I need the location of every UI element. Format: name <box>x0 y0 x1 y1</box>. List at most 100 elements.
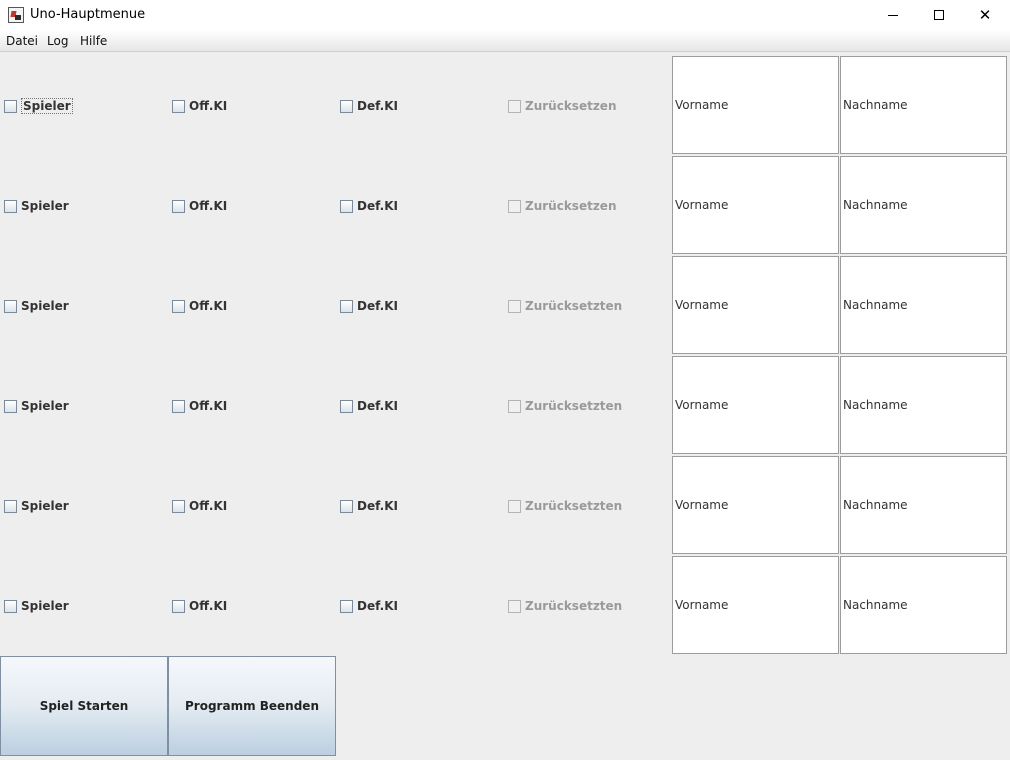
reset-checkbox: Zurücksetzten <box>508 597 622 615</box>
checkbox-box <box>508 199 521 213</box>
checkbox-box <box>508 499 521 513</box>
spieler-checkbox-label: Spieler <box>21 599 69 613</box>
player-row: Spieler Off.KI Def.KI Zurücksetzen Vorname Na… <box>0 153 1010 254</box>
reset-checkbox-label: Zurücksetzten <box>525 299 623 313</box>
spieler-checkbox[interactable]: Spieler <box>4 197 69 215</box>
reset-checkbox-label: Zurücksetzten <box>525 599 623 613</box>
offki-checkbox[interactable]: Off.KI <box>172 497 227 515</box>
offki-checkbox-label: Off.KI <box>189 399 228 413</box>
defki-checkbox[interactable]: Def.KI <box>340 497 398 515</box>
spieler-checkbox[interactable]: Spieler <box>4 97 73 115</box>
main-panel: Spieler Off.KI Def.KI Zurücksetzen Vorname Na… <box>0 53 1010 760</box>
reset-checkbox: Zurücksetzten <box>508 497 622 515</box>
close-icon: ✕ <box>978 6 992 24</box>
checkbox-box[interactable] <box>340 199 353 213</box>
offki-checkbox-label: Off.KI <box>189 599 228 613</box>
defki-checkbox-label: Def.KI <box>357 599 398 613</box>
defki-checkbox[interactable]: Def.KI <box>340 297 398 315</box>
vorname-field[interactable]: Vorname <box>672 56 839 154</box>
checkbox-box[interactable] <box>172 499 185 513</box>
offki-checkbox[interactable]: Off.KI <box>172 397 227 415</box>
reset-checkbox: Zurücksetzen <box>508 197 616 215</box>
vorname-field[interactable]: Vorname <box>672 156 839 254</box>
offki-checkbox[interactable]: Off.KI <box>172 297 227 315</box>
spieler-checkbox-label: Spieler <box>21 199 69 213</box>
nachname-field[interactable]: Nachname <box>840 456 1007 554</box>
start-game-button[interactable]: Spiel Starten <box>0 656 168 756</box>
vorname-field[interactable]: Vorname <box>672 356 839 454</box>
spieler-checkbox-label: Spieler <box>21 399 69 413</box>
checkbox-box[interactable] <box>172 299 185 313</box>
menu-log[interactable]: Log <box>47 34 68 48</box>
close-button[interactable]: ✕ <box>962 0 1008 30</box>
nachname-field[interactable]: Nachname <box>840 156 1007 254</box>
checkbox-box[interactable] <box>4 399 17 413</box>
spieler-checkbox[interactable]: Spieler <box>4 397 69 415</box>
vorname-field[interactable]: Vorname <box>672 456 839 554</box>
reset-checkbox-label: Zurücksetzten <box>525 399 623 413</box>
nachname-field[interactable]: Nachname <box>840 356 1007 454</box>
defki-checkbox[interactable]: Def.KI <box>340 97 398 115</box>
player-row: Spieler Off.KI Def.KI Zurücksetzen Vorname Na… <box>0 53 1010 154</box>
checkbox-box <box>508 599 521 613</box>
reset-checkbox: Zurücksetzten <box>508 297 622 315</box>
nachname-field[interactable]: Nachname <box>840 256 1007 354</box>
defki-checkbox-label: Def.KI <box>357 399 398 413</box>
spieler-checkbox-label: Spieler <box>21 299 69 313</box>
checkbox-box[interactable] <box>4 299 17 313</box>
checkbox-box[interactable] <box>172 399 185 413</box>
defki-checkbox[interactable]: Def.KI <box>340 197 398 215</box>
checkbox-box[interactable] <box>340 599 353 613</box>
player-row: Spieler Off.KI Def.KI Zurücksetzten Vorname N… <box>0 453 1010 554</box>
reset-checkbox: Zurücksetzten <box>508 397 622 415</box>
checkbox-box[interactable] <box>4 499 17 513</box>
player-row: Spieler Off.KI Def.KI Zurücksetzten Vorname N… <box>0 253 1010 354</box>
checkbox-box <box>508 99 521 113</box>
checkbox-box[interactable] <box>4 599 17 613</box>
checkbox-box[interactable] <box>172 199 185 213</box>
checkbox-box <box>508 399 521 413</box>
defki-checkbox-label: Def.KI <box>357 499 398 513</box>
app-icon <box>8 7 24 23</box>
player-row: Spieler Off.KI Def.KI Zurücksetzten Vorname N… <box>0 553 1010 654</box>
spieler-checkbox[interactable]: Spieler <box>4 297 69 315</box>
offki-checkbox-label: Off.KI <box>189 199 228 213</box>
nachname-field[interactable]: Nachname <box>840 56 1007 154</box>
quit-program-button[interactable]: Programm Beenden <box>168 656 336 756</box>
minimize-button[interactable] <box>870 0 916 30</box>
defki-checkbox[interactable]: Def.KI <box>340 597 398 615</box>
defki-checkbox-label: Def.KI <box>357 99 398 113</box>
offki-checkbox[interactable]: Off.KI <box>172 197 227 215</box>
reset-checkbox-label: Zurücksetzen <box>525 199 617 213</box>
menu-hilfe[interactable]: Hilfe <box>80 34 107 48</box>
offki-checkbox-label: Off.KI <box>189 99 228 113</box>
checkbox-box[interactable] <box>340 499 353 513</box>
offki-checkbox-label: Off.KI <box>189 499 228 513</box>
checkbox-box[interactable] <box>4 99 17 113</box>
spieler-checkbox-label: Spieler <box>21 499 69 513</box>
menu-datei[interactable]: Datei <box>6 34 38 48</box>
spieler-checkbox[interactable]: Spieler <box>4 497 69 515</box>
vorname-field[interactable]: Vorname <box>672 256 839 354</box>
checkbox-box[interactable] <box>340 99 353 113</box>
offki-checkbox[interactable]: Off.KI <box>172 97 227 115</box>
maximize-button[interactable] <box>916 0 962 30</box>
checkbox-box[interactable] <box>340 299 353 313</box>
checkbox-box[interactable] <box>4 199 17 213</box>
maximize-icon <box>934 10 944 20</box>
minimize-icon <box>888 14 898 16</box>
checkbox-box[interactable] <box>172 99 185 113</box>
reset-checkbox: Zurücksetzen <box>508 97 616 115</box>
offki-checkbox[interactable]: Off.KI <box>172 597 227 615</box>
menu-bar: Datei Log Hilfe <box>0 30 1010 52</box>
checkbox-box[interactable] <box>172 599 185 613</box>
vorname-field[interactable]: Vorname <box>672 556 839 654</box>
defki-checkbox-label: Def.KI <box>357 199 398 213</box>
checkbox-box[interactable] <box>340 399 353 413</box>
nachname-field[interactable]: Nachname <box>840 556 1007 654</box>
offki-checkbox-label: Off.KI <box>189 299 228 313</box>
player-row: Spieler Off.KI Def.KI Zurücksetzten Vorname N… <box>0 353 1010 454</box>
spieler-checkbox[interactable]: Spieler <box>4 597 69 615</box>
defki-checkbox[interactable]: Def.KI <box>340 397 398 415</box>
checkbox-box <box>508 299 521 313</box>
